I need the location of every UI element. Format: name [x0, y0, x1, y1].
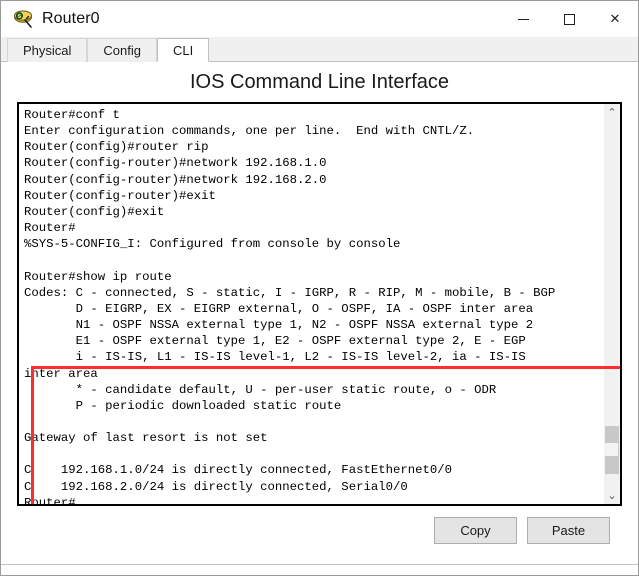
- scrollbar-track[interactable]: [604, 121, 620, 487]
- window-controls: ✕: [500, 1, 638, 37]
- action-button-row: Copy Paste: [9, 506, 630, 554]
- chevron-down-icon: ⌄: [607, 489, 617, 502]
- scroll-up-button[interactable]: ⌃: [604, 104, 620, 121]
- window-title: Router0: [42, 10, 100, 27]
- paste-button[interactable]: Paste: [527, 516, 610, 544]
- terminal-text: Router#conf t Enter configuration comman…: [24, 108, 556, 504]
- chevron-up-icon: ⌃: [607, 106, 617, 119]
- terminal-container: Router#conf t Enter configuration comman…: [17, 102, 622, 506]
- tab-cli[interactable]: CLI: [157, 38, 210, 62]
- copy-button[interactable]: Copy: [434, 516, 517, 544]
- terminal-vertical-scrollbar[interactable]: ⌃ ⌄: [603, 104, 620, 504]
- tab-physical[interactable]: Physical: [7, 38, 88, 62]
- minimize-button[interactable]: [500, 1, 546, 37]
- svg-text:S: S: [17, 14, 21, 20]
- minimize-icon: [517, 18, 529, 20]
- router-cli-window: S Router0 ✕ Physical Config CLI IOS Comm…: [0, 0, 639, 576]
- maximize-button[interactable]: [546, 1, 592, 37]
- scrollbar-thumb[interactable]: [605, 426, 619, 474]
- cli-panel: IOS Command Line Interface Router#conf t…: [1, 62, 638, 564]
- terminal-output[interactable]: Router#conf t Enter configuration comman…: [19, 104, 603, 504]
- status-bar: [1, 564, 638, 575]
- title-bar: S Router0 ✕: [1, 1, 638, 37]
- close-icon: ✕: [609, 11, 621, 27]
- title-bar-left: S Router0: [1, 8, 100, 30]
- scroll-down-button[interactable]: ⌄: [604, 487, 620, 504]
- close-button[interactable]: ✕: [592, 1, 638, 37]
- tab-config[interactable]: Config: [87, 38, 157, 62]
- maximize-icon: [563, 13, 575, 25]
- router-device-icon: S: [12, 8, 34, 30]
- page-title: IOS Command Line Interface: [189, 71, 449, 93]
- tab-strip: Physical Config CLI: [1, 37, 638, 62]
